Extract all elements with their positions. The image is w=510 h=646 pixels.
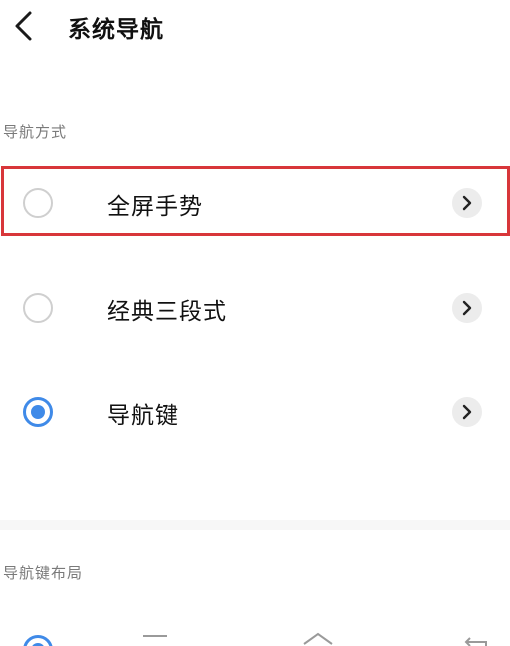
radio-button[interactable] [23,188,53,218]
system-navigation-page: 系统导航 导航方式 全屏手势 经典三段式 导航键 导航键布局 [0,0,510,646]
option-classic-three-button[interactable]: 经典三段式 [0,273,510,343]
back-button[interactable] [6,6,42,46]
section-label-nav-key-layout: 导航键布局 [3,564,84,582]
option-label: 全屏手势 [107,194,203,220]
chevron-right-icon[interactable] [452,397,482,427]
chevron-left-icon [15,11,32,41]
menu-icon [143,635,167,637]
page-title: 系统导航 [68,17,164,43]
section-divider [0,520,510,530]
section-label-navigation-mode: 导航方式 [3,123,68,141]
option-navigation-keys[interactable]: 导航键 [0,377,510,447]
radio-button[interactable] [23,293,53,323]
chevron-right-icon[interactable] [452,188,482,218]
radio-button-selected[interactable] [23,635,53,646]
header: 系统导航 [0,0,510,62]
chevron-right-icon[interactable] [452,293,482,323]
back-icon [464,637,487,646]
option-label: 导航键 [107,403,179,429]
home-icon [303,632,333,645]
option-fullscreen-gesture[interactable]: 全屏手势 [0,168,510,238]
option-label: 经典三段式 [107,299,227,325]
nav-key-layout-option[interactable] [0,628,510,646]
radio-button-selected[interactable] [23,397,53,427]
